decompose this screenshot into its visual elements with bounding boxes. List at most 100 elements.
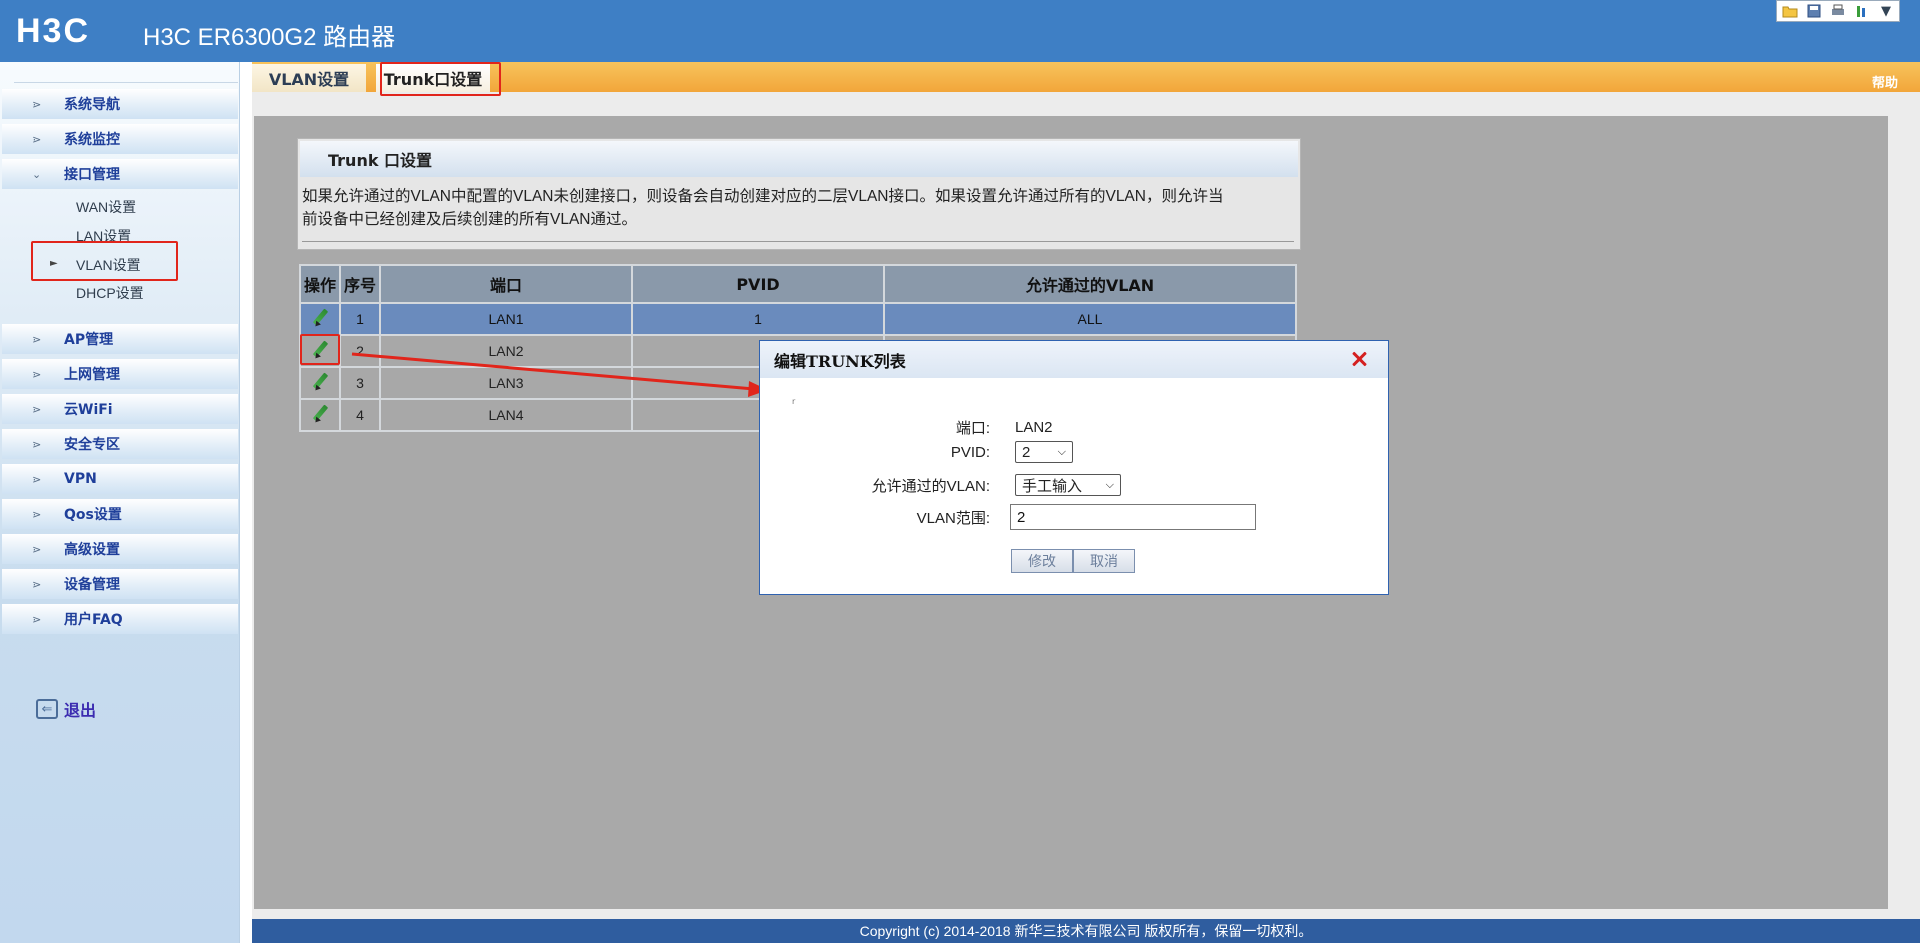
action-cell xyxy=(301,400,339,430)
current-item-arrow-icon: ► xyxy=(50,258,58,269)
port-label: 端口: xyxy=(955,420,990,437)
sidebar-item-label: 接口管理 xyxy=(64,167,120,183)
table-row[interactable]: 1 LAN1 1 ALL xyxy=(301,304,1295,334)
sidebar-item-device-mgmt[interactable]: ⋗ 设备管理 xyxy=(2,569,238,599)
sidebar-item-user-faq[interactable]: ⋗ 用户FAQ xyxy=(2,604,238,634)
sidebar-item-system-monitor[interactable]: ⋗ 系统监控 xyxy=(2,124,238,154)
allowed-vlan-select[interactable]: 手工输入 ⌵ xyxy=(1015,474,1121,496)
dialog-title-text: 编辑TRUNK列表 xyxy=(774,351,906,371)
sidebar-subitem-dhcp[interactable]: DHCP设置 xyxy=(76,283,144,303)
print-icon[interactable] xyxy=(1829,2,1847,20)
edit-icon[interactable] xyxy=(311,373,329,391)
panel-description: 如果允许通过的VLAN中配置的VLAN未创建接口，则设备会自动创建对应的二层VL… xyxy=(302,185,1296,231)
tools-icon[interactable] xyxy=(1853,2,1871,20)
sidebar-item-cloud-wifi[interactable]: ⋗ 云WiFi xyxy=(2,394,238,424)
col-header-index: 序号 xyxy=(341,266,379,302)
sidebar-item-label: 安全专区 xyxy=(64,437,120,453)
allowed-vlan-row: 允许通过的VLAN: 手工输入 ⌵ xyxy=(760,474,1121,496)
action-cell xyxy=(301,336,339,366)
vlan-range-row: VLAN范围: xyxy=(760,504,1256,530)
sidebar-item-system-nav[interactable]: ⋗ 系统导航 xyxy=(2,89,238,119)
sidebar-item-vpn[interactable]: ⋗ VPN xyxy=(2,464,238,494)
chevron-right-icon: ⋗ xyxy=(32,332,42,346)
edit-icon[interactable] xyxy=(311,405,329,423)
sidebar-item-label: 系统导航 xyxy=(64,97,120,113)
edit-icon[interactable] xyxy=(311,309,329,327)
sidebar-item-advanced[interactable]: ⋗ 高级设置 xyxy=(2,534,238,564)
sidebar-item-label: AP管理 xyxy=(64,332,114,348)
sidebar-item-label: 上网管理 xyxy=(64,367,120,383)
sidebar-subitem-vlan[interactable]: VLAN设置 xyxy=(76,255,141,275)
panel-description-line: 如果允许通过的VLAN中配置的VLAN未创建接口，则设备会自动创建对应的二层VL… xyxy=(302,188,1224,205)
port-cell: LAN2 xyxy=(381,336,631,366)
chevron-right-icon: ⋗ xyxy=(32,507,42,521)
app-header: H3C H3C ER6300G2 路由器 ▼ xyxy=(0,0,1920,62)
panel-description-line: 前设备中已经创建及后续创建的所有VLAN通过。 xyxy=(302,211,637,228)
action-cell xyxy=(301,368,339,398)
modify-button[interactable]: 修改 xyxy=(1011,549,1073,573)
sidebar-item-security[interactable]: ⋗ 安全专区 xyxy=(2,429,238,459)
chevron-right-icon: ⋗ xyxy=(32,132,42,146)
close-icon[interactable] xyxy=(1352,352,1366,366)
pvid-row: PVID: 2 ⌵ xyxy=(760,441,1073,463)
port-cell: LAN1 xyxy=(381,304,631,334)
action-cell xyxy=(301,304,339,334)
chevron-down-icon: ⌄ xyxy=(32,167,42,181)
tab-vlan-settings[interactable]: VLAN设置 xyxy=(252,64,366,92)
index-cell: 1 xyxy=(341,304,379,334)
col-header-pvid: PVID xyxy=(633,266,883,302)
sidebar-subitem-lan[interactable]: LAN设置 xyxy=(76,226,131,246)
sidebar-item-label: 高级设置 xyxy=(64,542,120,558)
panel-title: Trunk 口设置 xyxy=(300,141,1298,177)
chevron-right-icon: ⋗ xyxy=(32,542,42,556)
cancel-button[interactable]: 取消 xyxy=(1073,549,1135,573)
port-value: LAN2 xyxy=(1015,419,1053,436)
tab-trunk-settings[interactable]: Trunk口设置 xyxy=(376,64,490,92)
port-row: 端口: LAN2 xyxy=(760,417,1053,438)
sidebar-divider xyxy=(14,82,238,83)
chevron-right-icon: ⋗ xyxy=(32,472,42,486)
save-icon[interactable] xyxy=(1805,2,1823,20)
product-title: H3C ER6300G2 路由器 xyxy=(143,24,396,51)
sidebar-item-interface-mgmt[interactable]: ⌄ 接口管理 xyxy=(2,159,238,189)
sidebar-item-label: 设备管理 xyxy=(64,577,120,593)
allowed-vlan-label: 允许通过的VLAN: xyxy=(871,477,990,495)
help-link[interactable]: 帮助 xyxy=(1872,72,1898,91)
chevron-down-icon[interactable]: ▼ xyxy=(1877,2,1895,20)
pvid-label: PVID: xyxy=(950,443,990,461)
vlan-range-label: VLAN范围: xyxy=(916,509,990,527)
sidebar-item-internet-mgmt[interactable]: ⋗ 上网管理 xyxy=(2,359,238,389)
chevron-right-icon: ⋗ xyxy=(32,437,42,451)
edit-trunk-dialog: 编辑TRUNK列表 r 端口: LAN2 PVID: 2 ⌵ 允许通过的VLAN… xyxy=(759,340,1389,595)
edit-icon[interactable] xyxy=(311,341,329,359)
pvid-select-value: 2 xyxy=(1022,443,1031,461)
chevron-right-icon: ⋗ xyxy=(32,402,42,416)
sidebar-subitem-wan[interactable]: WAN设置 xyxy=(76,197,136,217)
port-cell: LAN4 xyxy=(381,400,631,430)
chevron-right-icon: ⋗ xyxy=(32,612,42,626)
sidebar-item-label: VPN xyxy=(64,471,97,487)
logout-button[interactable]: ⇐ 退出 xyxy=(36,697,96,721)
allowed-vlan-cell: ALL xyxy=(885,304,1295,334)
vlan-range-input[interactable] xyxy=(1010,504,1256,530)
trunk-settings-panel: Trunk 口设置 如果允许通过的VLAN中配置的VLAN未创建接口，则设备会自… xyxy=(297,138,1301,250)
logout-icon: ⇐ xyxy=(36,699,58,719)
chevron-right-icon: ⋗ xyxy=(32,577,42,591)
sidebar-item-ap-mgmt[interactable]: ⋗ AP管理 xyxy=(2,324,238,354)
sidebar-item-qos[interactable]: ⋗ Qos设置 xyxy=(2,499,238,529)
panel-divider xyxy=(302,241,1294,242)
sidebar-item-label: 系统监控 xyxy=(64,132,120,148)
pvid-cell: 1 xyxy=(633,304,883,334)
chevron-down-icon: ⌵ xyxy=(1057,445,1066,458)
folder-icon[interactable] xyxy=(1781,2,1799,20)
col-header-action: 操作 xyxy=(301,266,339,302)
h3c-logo: H3C xyxy=(16,12,91,50)
sidebar-item-label: Qos设置 xyxy=(64,507,122,523)
col-header-port: 端口 xyxy=(381,266,631,302)
index-cell: 4 xyxy=(341,400,379,430)
toolbar: ▼ xyxy=(1776,0,1900,22)
dialog-mark: r xyxy=(792,397,796,406)
table-header-row: 操作 序号 端口 PVID 允许通过的VLAN xyxy=(301,266,1295,302)
chevron-right-icon: ⋗ xyxy=(32,97,42,111)
pvid-select[interactable]: 2 ⌵ xyxy=(1015,441,1073,463)
